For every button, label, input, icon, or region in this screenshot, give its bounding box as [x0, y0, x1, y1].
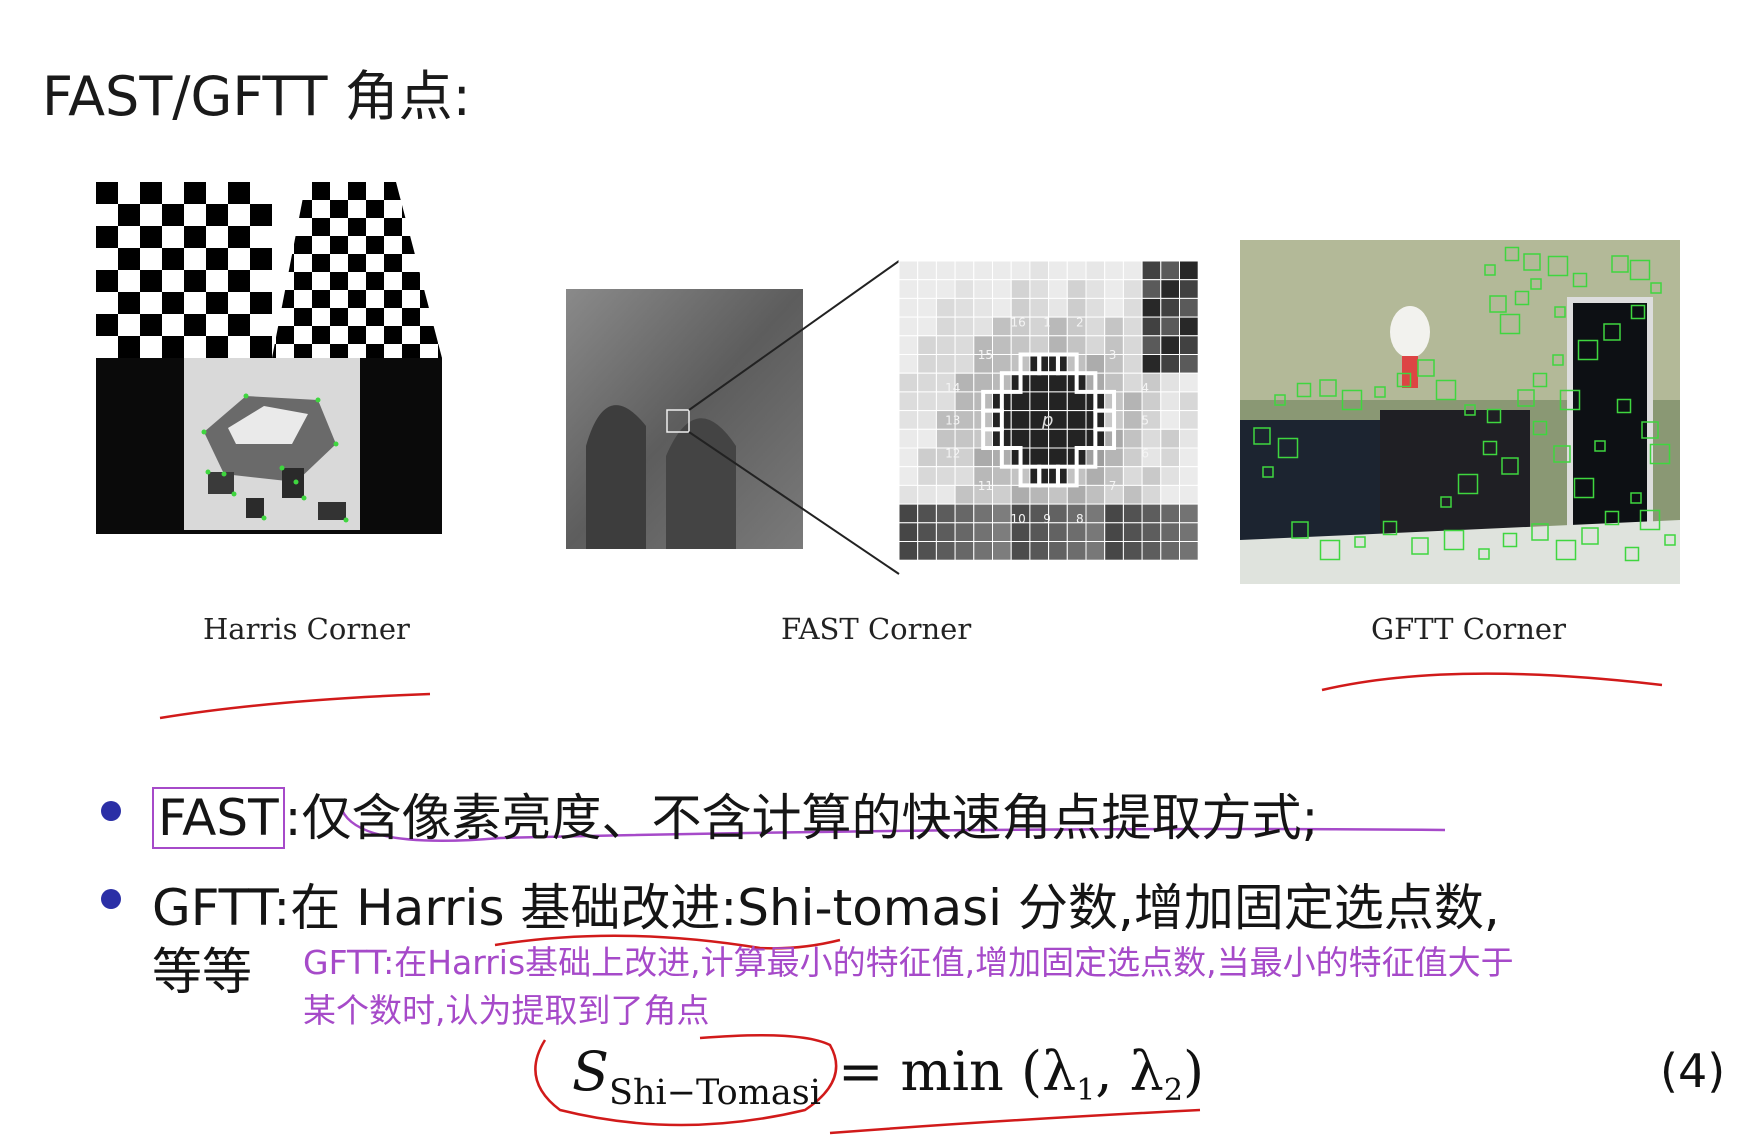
bullet-fast: FAST:仅含像素亮度、不含计算的快速角点提取方式; — [152, 778, 1318, 850]
bullet-dot-fast — [101, 801, 121, 821]
formula-rhs-suffix: ) — [1183, 1040, 1205, 1103]
bullet-gftt-continuation: 等等 — [152, 943, 252, 1001]
equation-number: (4) — [1660, 1044, 1726, 1098]
bullet-fast-term: FAST — [152, 787, 285, 849]
bullet-gftt-text: :在 Harris 基础改进:Shi-tomasi 分数,增加固定选点数, — [273, 879, 1500, 937]
formula-underline — [829, 1108, 1201, 1135]
bullet-gftt: GFTT:在 Harris 基础改进:Shi-tomasi 分数,增加固定选点数… — [152, 868, 1500, 940]
formula-rhs-prefix: = min (λ — [820, 1040, 1077, 1103]
formula-sub1: 1 — [1076, 1073, 1096, 1108]
formula-sub2: 2 — [1163, 1073, 1183, 1108]
formula-subscript: Shi−Tomasi — [609, 1073, 821, 1113]
annotation-note-line2: 某个数时,认为提取到了角点 — [303, 991, 710, 1030]
formula-mid: , λ — [1095, 1040, 1164, 1103]
formula-symbol: S — [572, 1040, 609, 1103]
shi-tomasi-formula: SShi−Tomasi = min (λ1, λ2) — [572, 1040, 1204, 1113]
bullet-gftt-term: GFTT — [152, 879, 274, 937]
harris-underline — [159, 692, 431, 720]
annotation-note-line1: GFTT:在Harris基础上改进,计算最小的特征值,增加固定选点数,当最小的特… — [303, 943, 1514, 982]
bullet-dot-gftt — [101, 889, 121, 909]
gftt-underline — [1321, 672, 1663, 692]
bullet-fast-text: :仅含像素亮度、不含计算的快速角点提取方式; — [284, 789, 1319, 847]
